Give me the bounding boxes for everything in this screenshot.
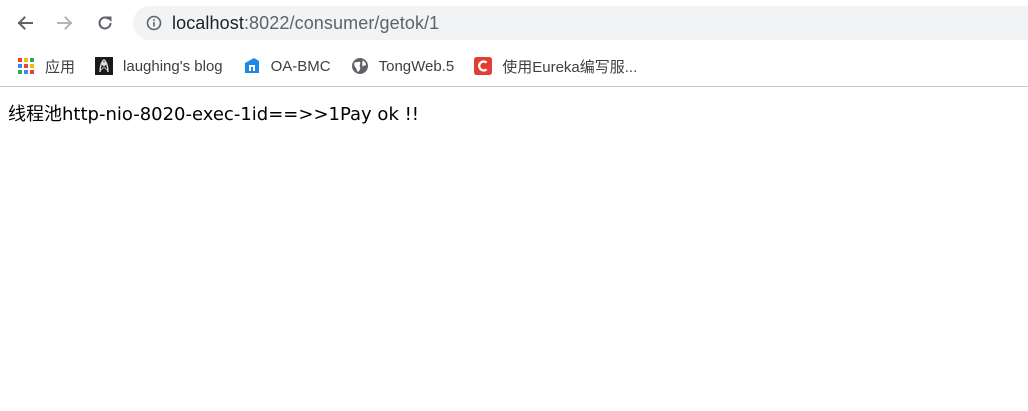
address-host: localhost bbox=[172, 12, 244, 33]
bookmark-apps[interactable]: 应用 bbox=[9, 51, 83, 81]
reload-button[interactable] bbox=[90, 8, 120, 38]
globe-icon bbox=[351, 57, 369, 75]
arrow-right-icon bbox=[55, 13, 75, 33]
info-icon[interactable] bbox=[146, 15, 162, 31]
apps-grid-icon bbox=[17, 57, 35, 75]
bookmark-tongweb[interactable]: TongWeb.5 bbox=[343, 51, 463, 81]
bookmark-label: 应用 bbox=[45, 58, 76, 76]
blog-avatar-icon bbox=[95, 57, 114, 75]
address-bar[interactable]: localhost:8022/consumer/getok/1 bbox=[133, 6, 1028, 40]
bookmark-eureka[interactable]: 使用Eureka编写服... bbox=[466, 51, 645, 81]
back-button[interactable] bbox=[10, 8, 40, 38]
reload-icon bbox=[95, 13, 115, 33]
bookmark-label: laughing's blog bbox=[123, 57, 223, 75]
arrow-left-icon bbox=[15, 13, 35, 33]
browser-toolbar: localhost:8022/consumer/getok/1 bbox=[0, 0, 1028, 46]
oa-bmc-icon bbox=[243, 57, 261, 75]
forward-button[interactable] bbox=[50, 8, 80, 38]
bookmarks-bar: 应用 laughing's blog OA-BMC TongWeb.5 使用Eu… bbox=[0, 46, 1028, 86]
csdn-c-icon bbox=[474, 57, 493, 75]
bookmark-label: TongWeb.5 bbox=[378, 57, 455, 75]
page-body-text: 线程池http-nio-8020-exec-1id==>>1Pay ok !! bbox=[8, 104, 420, 125]
bookmark-oa-bmc[interactable]: OA-BMC bbox=[235, 51, 339, 81]
bookmark-label: 使用Eureka编写服... bbox=[502, 58, 638, 76]
bookmark-laughings-blog[interactable]: laughing's blog bbox=[87, 51, 231, 81]
bookmark-label: OA-BMC bbox=[270, 57, 331, 75]
chrome-divider bbox=[0, 86, 1028, 87]
address-url[interactable]: localhost:8022/consumer/getok/1 bbox=[172, 13, 439, 34]
browser-chrome: localhost:8022/consumer/getok/1 应用 laugh… bbox=[0, 0, 1028, 88]
address-path: :8022/consumer/getok/1 bbox=[243, 12, 440, 33]
